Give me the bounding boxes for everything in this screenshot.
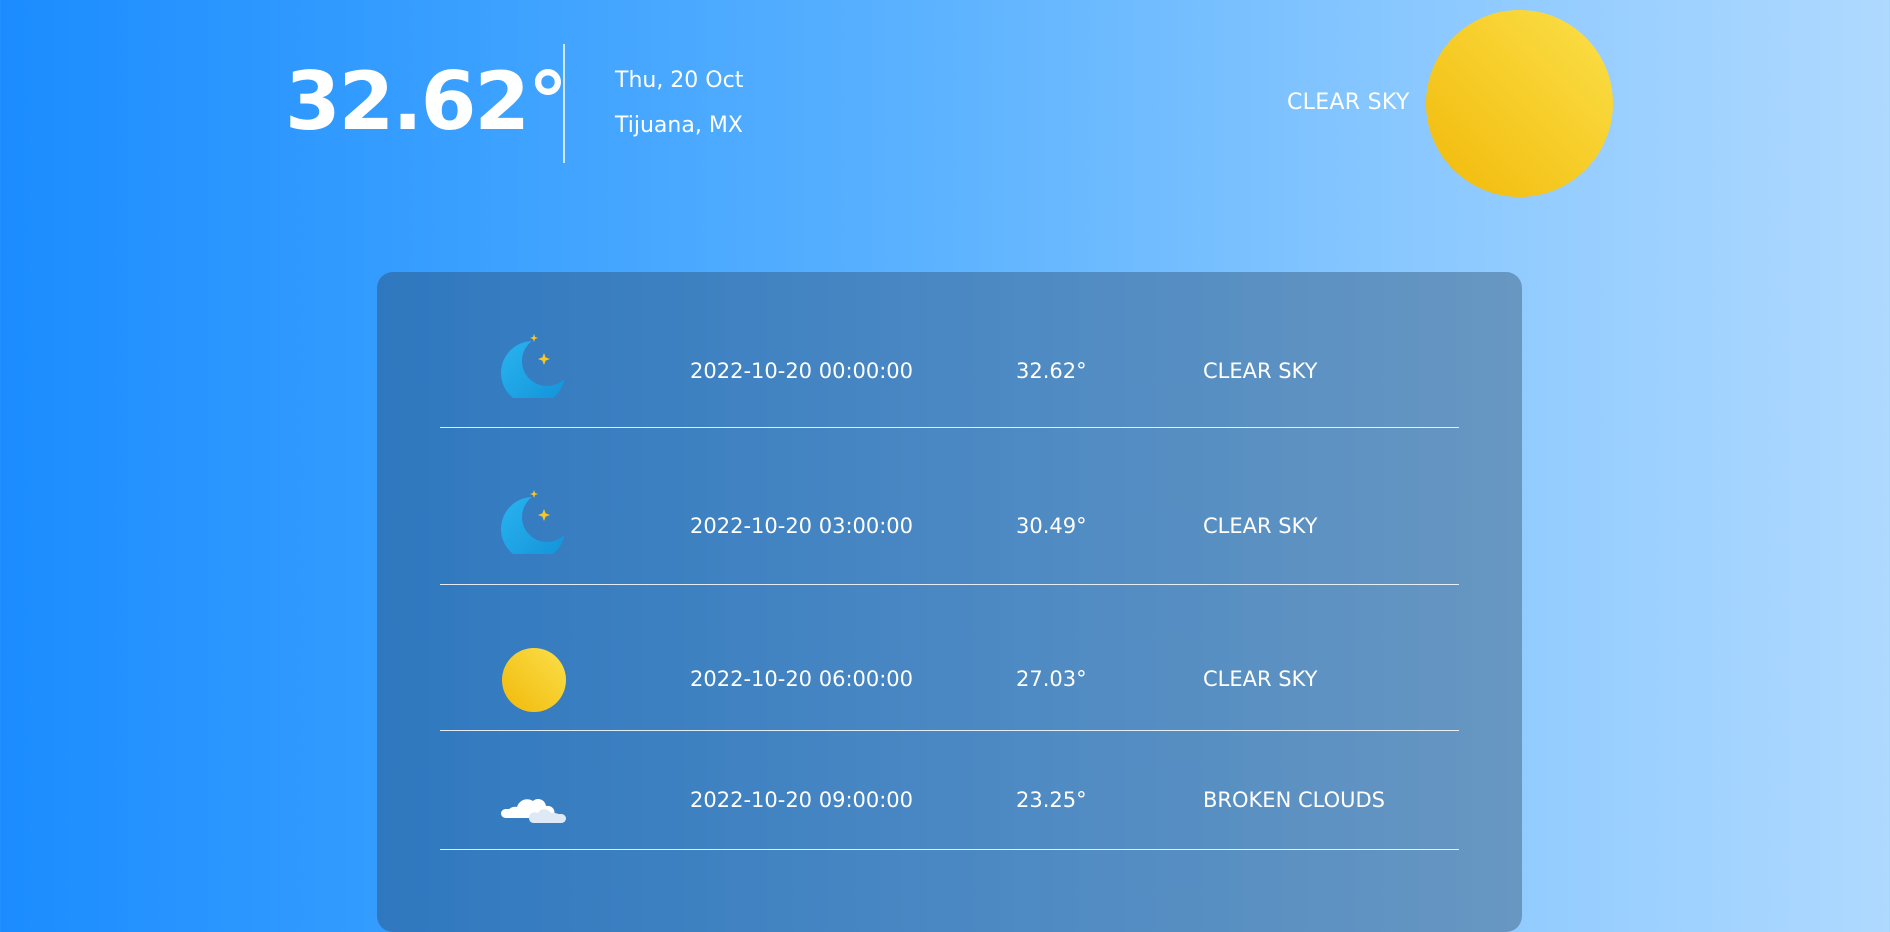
sun-icon	[1426, 10, 1613, 197]
cloud-icon	[501, 798, 566, 823]
header-divider	[563, 44, 565, 163]
forecast-panel: 2022-10-20 00:00:00 32.62° CLEAR SKY 202…	[377, 272, 1522, 932]
forecast-condition: CLEAR SKY	[1203, 667, 1318, 691]
forecast-temp: 30.49°	[1016, 514, 1087, 538]
current-location: Tijuana, MX	[615, 113, 743, 138]
forecast-condition: CLEAR SKY	[1203, 514, 1318, 538]
current-weather-header: 32.62° Thu, 20 Oct Tijuana, MX CLEAR SKY	[0, 0, 1890, 230]
forecast-row: 2022-10-20 00:00:00 32.62° CLEAR SKY	[440, 272, 1459, 428]
forecast-time: 2022-10-20 03:00:00	[690, 514, 914, 538]
moon-stars-icon	[501, 490, 565, 554]
forecast-time: 2022-10-20 09:00:00	[690, 788, 914, 812]
sun-icon	[502, 648, 566, 712]
moon-stars-icon	[501, 334, 565, 398]
forecast-temp: 32.62°	[1016, 359, 1087, 383]
forecast-time: 2022-10-20 06:00:00	[690, 667, 914, 691]
current-date: Thu, 20 Oct	[615, 68, 744, 93]
current-temperature: 32.62°	[285, 55, 568, 148]
forecast-condition: BROKEN CLOUDS	[1203, 788, 1385, 812]
current-condition: CLEAR SKY	[1287, 90, 1410, 115]
forecast-temp: 27.03°	[1016, 667, 1087, 691]
forecast-temp: 23.25°	[1016, 788, 1087, 812]
forecast-row: 2022-10-20 06:00:00 27.03° CLEAR SKY	[440, 585, 1459, 731]
forecast-condition: CLEAR SKY	[1203, 359, 1318, 383]
forecast-time: 2022-10-20 00:00:00	[690, 359, 914, 383]
forecast-row: 2022-10-20 09:00:00 23.25° BROKEN CLOUDS	[440, 731, 1459, 850]
forecast-row: 2022-10-20 03:00:00 30.49° CLEAR SKY	[440, 428, 1459, 585]
